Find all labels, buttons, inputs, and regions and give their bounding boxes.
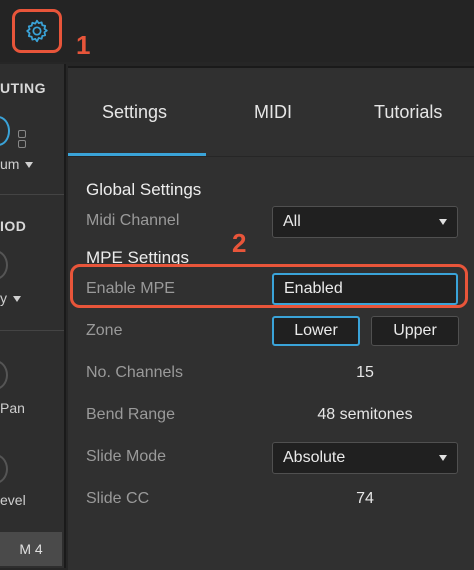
bend-range-value[interactable]: 48 semitones xyxy=(272,406,458,424)
midi-channel-value: All xyxy=(283,213,301,230)
mod-dropdown-label: y xyxy=(0,290,7,306)
chevron-down-icon xyxy=(439,455,447,461)
settings-gear-button[interactable] xyxy=(12,9,62,53)
slide-mode-select[interactable]: Absolute xyxy=(272,442,458,474)
tab-bar: Settings MIDI Tutorials xyxy=(68,68,474,157)
chevron-down-icon xyxy=(25,162,34,169)
callout-2: 2 xyxy=(232,228,247,258)
midi-channel-select[interactable]: All xyxy=(272,206,458,238)
tab-midi[interactable]: MIDI xyxy=(254,102,292,123)
routing-dropdown-label: um xyxy=(0,156,20,172)
tab-tutorials[interactable]: Tutorials xyxy=(374,102,442,123)
midi-channel-label: Midi Channel xyxy=(86,212,180,229)
channels-value[interactable]: 15 xyxy=(272,364,458,382)
routing-knob[interactable] xyxy=(0,116,10,146)
mod-header: IOD xyxy=(0,218,27,234)
slide-mode-value: Absolute xyxy=(283,449,346,466)
divider xyxy=(0,194,64,195)
tab-settings[interactable]: Settings xyxy=(102,102,167,123)
top-bar xyxy=(0,0,474,62)
slide-cc-label: Slide CC xyxy=(86,490,150,507)
left-panel: UTING um IOD y Pan evel M 4 xyxy=(0,64,66,568)
chevron-down-icon xyxy=(439,219,447,225)
zone-upper-button[interactable]: Upper xyxy=(371,316,459,346)
zone-label: Zone xyxy=(86,322,123,339)
slide-mode-label: Slide Mode xyxy=(86,448,167,465)
active-tab-indicator xyxy=(68,153,206,156)
enable-mpe-highlight xyxy=(70,264,468,308)
pan-knob[interactable] xyxy=(0,360,8,390)
chevron-down-icon xyxy=(13,296,21,303)
mod-knob[interactable] xyxy=(0,250,8,280)
slide-cc-value[interactable]: 74 xyxy=(272,490,458,508)
routing-header: UTING xyxy=(0,80,47,96)
routing-dropdown[interactable]: um xyxy=(0,156,34,172)
channels-label: No. Channels xyxy=(86,364,183,381)
gear-icon xyxy=(26,19,48,43)
bend-range-label: Bend Range xyxy=(86,406,175,423)
pan-label: Pan xyxy=(0,400,25,416)
level-knob[interactable] xyxy=(0,454,8,484)
mod-dropdown[interactable]: y xyxy=(0,290,21,306)
zone-lower-button[interactable]: Lower xyxy=(272,316,360,346)
divider xyxy=(0,330,64,331)
settings-panel: Settings MIDI Tutorials Global Settings … xyxy=(68,66,474,570)
mode-tag[interactable]: M 4 xyxy=(0,532,62,566)
callout-1: 1 xyxy=(76,30,91,60)
link-icon xyxy=(18,130,26,138)
link-icon-2 xyxy=(18,140,26,148)
level-label: evel xyxy=(0,492,26,508)
global-settings-title: Global Settings xyxy=(86,180,202,199)
